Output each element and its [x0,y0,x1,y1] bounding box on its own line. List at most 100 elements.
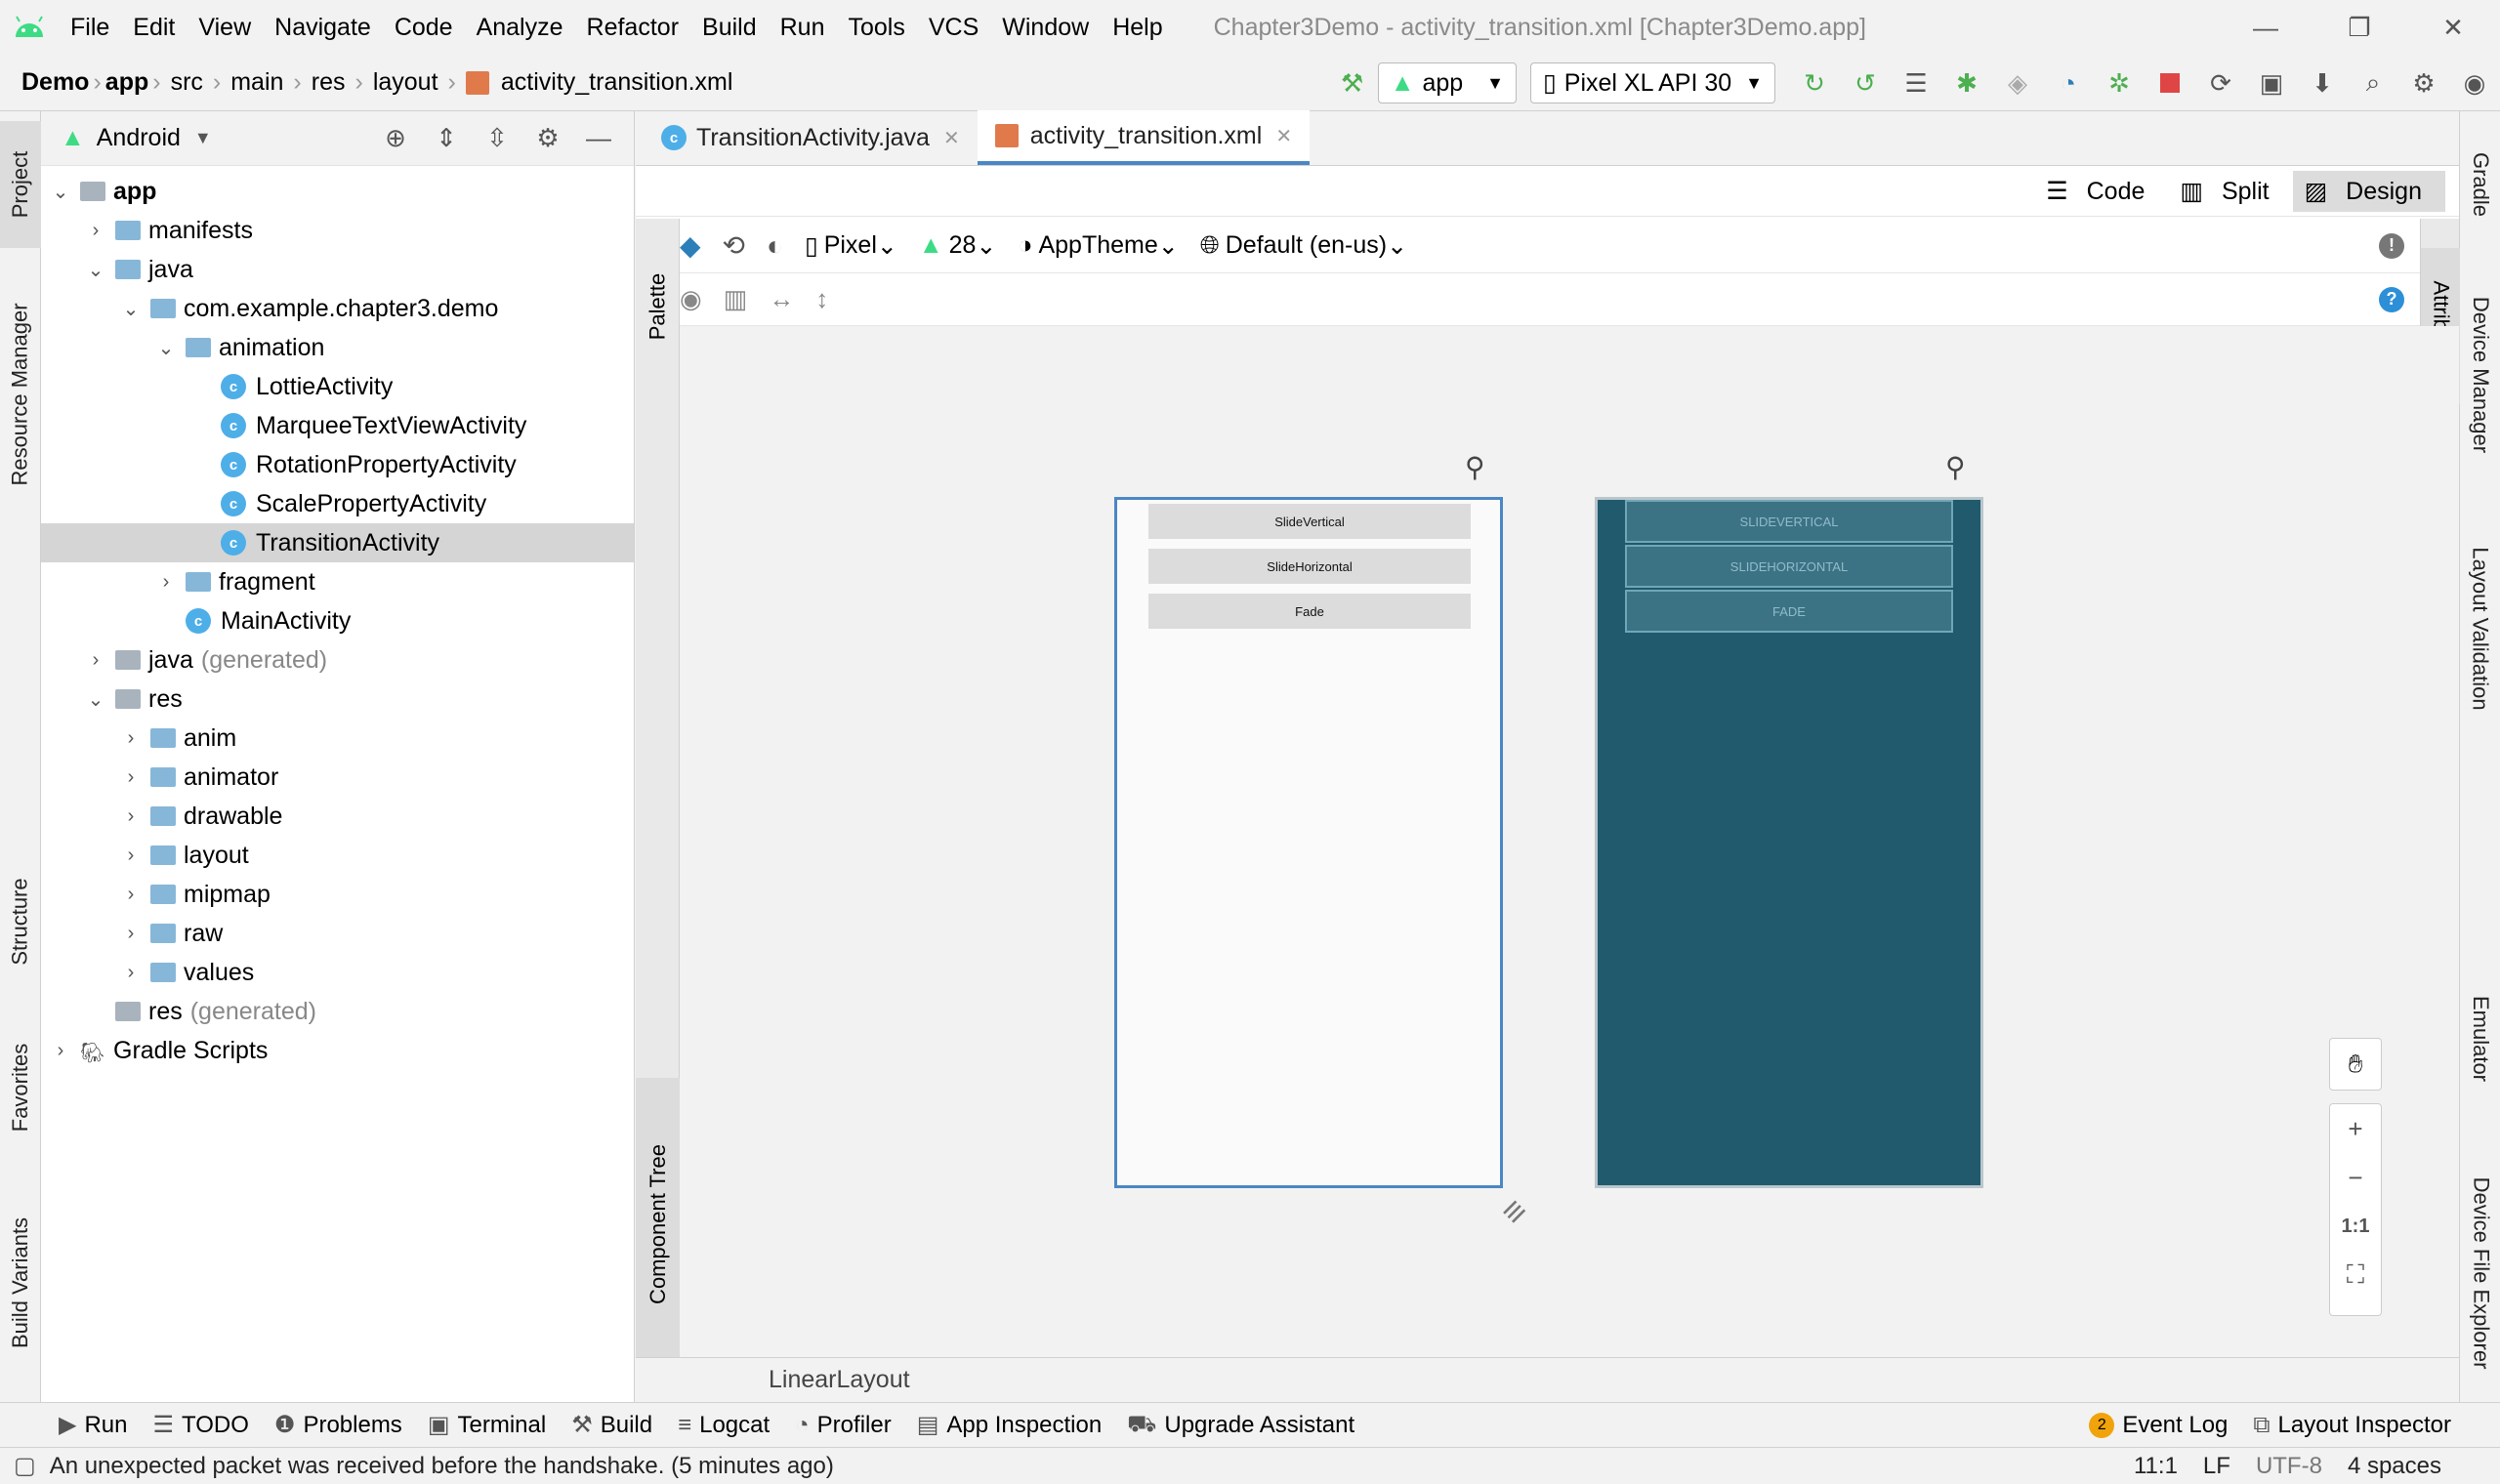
tree-node[interactable]: c RotationPropertyActivity [41,445,634,484]
attach-debugger-icon[interactable]: ◈ [1996,62,2039,104]
file-encoding[interactable]: UTF-8 [2256,1453,2322,1480]
menu-view[interactable]: View [187,14,263,42]
tab-device-file-explorer[interactable]: Device File Explorer [2460,1146,2500,1400]
tab-favorites[interactable]: Favorites [0,1019,41,1156]
zoom-in-button[interactable]: + [2330,1104,2381,1153]
menu-code[interactable]: Code [383,14,465,42]
stop-icon[interactable] [2148,62,2191,104]
chevron-down-icon[interactable]: ⌄ [84,258,107,282]
tree-node[interactable]: res (generated) [41,992,634,1031]
chevron-right-icon[interactable]: › [154,571,178,594]
expand-vertical-icon[interactable]: ↕ [815,284,828,314]
menu-edit[interactable]: Edit [121,14,187,42]
chevron-right-icon[interactable]: › [119,805,143,828]
device-select[interactable]: ▯ Pixel XL API 30 ▼ [1530,62,1775,103]
status-panel-icon[interactable]: ▢ [14,1452,36,1480]
chevron-down-icon[interactable]: ⌄ [154,336,178,360]
tab-project[interactable]: Project [0,121,41,248]
breadcrumb-main[interactable]: main [225,68,289,97]
search-icon[interactable]: ⌕ [2352,62,2395,104]
menu-help[interactable]: Help [1101,14,1174,42]
api-select[interactable]: ▲ 28 ⌄ [919,231,997,261]
breadcrumb-src[interactable]: src [165,68,209,97]
breadcrumb-layout[interactable]: layout [367,68,444,97]
restore-icon[interactable]: ❐ [2312,0,2406,55]
design-canvas[interactable] [680,326,2459,1363]
chevron-right-icon[interactable]: › [119,962,143,984]
tab-transition-activity-java[interactable]: c TransitionActivity.java ✕ [636,110,978,165]
profiler-tool-button[interactable]: ◔ Profiler [795,1412,892,1439]
tree-node[interactable]: › mipmap [41,875,634,914]
menu-analyze[interactable]: Analyze [465,14,575,42]
tree-node[interactable]: ⌄ res [41,680,634,719]
expand-horizontal-icon[interactable]: ↔ [769,284,794,314]
line-separator[interactable]: LF [2203,1453,2230,1480]
logcat-tool-button[interactable]: ≡ Logcat [678,1412,770,1439]
preview-button-fade[interactable]: Fade [1148,594,1471,629]
chevron-right-icon[interactable]: › [84,220,107,242]
menu-window[interactable]: Window [990,14,1101,42]
blueprint-button-fade[interactable]: FADE [1625,590,1953,633]
upgrade-assistant-tool-button[interactable]: ⛟ Upgrade Assistant [1127,1411,1354,1440]
tree-node[interactable]: ⌄ app [41,172,634,211]
tree-node[interactable]: ⌄ com.example.chapter3.demo [41,289,634,328]
blueprint-button-slide-vertical[interactable]: SLIDEVERTICAL [1625,500,1953,543]
tab-emulator[interactable]: Emulator [2460,970,2500,1107]
tree-node[interactable]: › animator [41,758,634,797]
tree-node[interactable]: ⌄ java [41,250,634,289]
status-message[interactable]: An unexpected packet was received before… [50,1453,834,1480]
profile-icon[interactable]: ◔ [2047,62,2090,104]
todo-tool-button[interactable]: ☰ TODO [153,1411,249,1439]
minimize-icon[interactable]: — [2219,0,2312,55]
attach-process-icon[interactable]: ✲ [2098,62,2141,104]
close-icon[interactable]: ✕ [2406,0,2500,55]
tab-device-manager[interactable]: Device Manager [2460,268,2500,482]
zoom-out-button[interactable]: − [2330,1153,2381,1202]
chevron-down-icon[interactable]: ⌄ [119,297,143,321]
tab-layout-validation[interactable]: Layout Validation [2460,512,2500,746]
device-select[interactable]: ▯ Pixel ⌄ [805,231,897,261]
indent-setting[interactable]: 4 spaces [2348,1453,2441,1480]
account-icon[interactable]: ◉ [2453,62,2496,104]
run-config-select[interactable]: ▲ app ▼ [1377,62,1517,103]
tree-node[interactable]: › values [41,953,634,992]
tree-node[interactable]: › 🐘︎ Gradle Scripts [41,1031,634,1070]
chevron-down-icon[interactable]: ⌄ [49,180,72,204]
pin-icon[interactable]: ⚲ [1945,451,1966,483]
split-view-button[interactable]: ▥ Split [2168,171,2292,212]
eye-icon[interactable]: ◉ [680,284,702,314]
tab-build-variants[interactable]: Build Variants [0,1195,41,1371]
selected-component-label[interactable]: LinearLayout [769,1366,910,1394]
preview-button-slide-vertical[interactable]: SlideVertical [1148,504,1471,539]
debug-icon[interactable]: ✱ [1945,62,1988,104]
rerun-icon[interactable]: ↻ [1793,62,1836,104]
chevron-right-icon[interactable]: › [119,727,143,750]
tab-resource-manager[interactable]: Resource Manager [0,268,41,521]
blueprint-preview[interactable]: SLIDEVERTICAL SLIDEHORIZONTAL FADE [1595,497,1983,1188]
breadcrumb-res[interactable]: res [306,68,352,97]
gear-icon[interactable]: ⚙ [2402,62,2445,104]
theme-select[interactable]: ◑ AppTheme ⌄ [1018,231,1178,261]
chevron-right-icon[interactable]: › [49,1040,72,1062]
chevron-right-icon[interactable]: › [84,649,107,672]
tree-node[interactable]: › fragment [41,562,634,601]
caret-position[interactable]: 11:1 [2134,1453,2178,1480]
device-manager-icon[interactable]: ▣ [2250,62,2293,104]
tree-node[interactable]: › java (generated) [41,640,634,680]
build-hammer-icon[interactable]: ⚒ [1331,62,1374,104]
help-icon[interactable]: ? [2379,286,2404,312]
tree-node[interactable]: › anim [41,719,634,758]
collapse-all-icon[interactable]: ⇳ [472,123,522,153]
chevron-right-icon[interactable]: › [119,884,143,906]
chevron-right-icon[interactable]: › [119,845,143,867]
breadcrumb-app[interactable]: app [105,68,148,97]
tree-node[interactable]: c ScalePropertyActivity [41,484,634,523]
menu-file[interactable]: File [59,14,121,42]
gear-icon[interactable]: ⚙ [522,123,573,153]
locate-icon[interactable]: ⊕ [370,123,421,153]
breadcrumb-file[interactable]: activity_transition.xml [495,68,739,97]
tree-node[interactable]: › manifests [41,211,634,250]
close-icon[interactable]: ✕ [1275,124,1292,148]
locale-select[interactable]: 🌐︎ Default (en-us) ⌄ [1200,231,1407,261]
layout-inspector-button[interactable]: ⧉ Layout Inspector [2253,1412,2451,1439]
